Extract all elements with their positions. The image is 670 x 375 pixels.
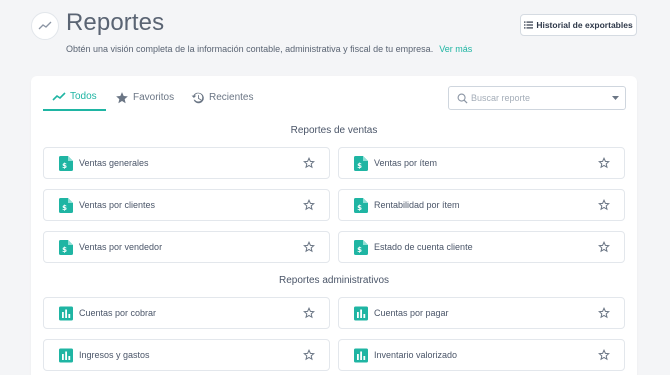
bar-chart-icon <box>354 348 368 363</box>
favorite-star-icon[interactable] <box>303 157 315 169</box>
report-label: Inventario valorizado <box>374 350 458 360</box>
see-more-link[interactable]: Ver más <box>439 44 472 54</box>
list-icon <box>524 21 534 29</box>
report-label: Ventas generales <box>79 158 149 168</box>
favorite-star-icon[interactable] <box>303 199 315 211</box>
favorite-star-icon[interactable] <box>598 241 610 253</box>
svg-text:$: $ <box>357 162 362 170</box>
history-icon <box>191 92 204 103</box>
svg-text:$: $ <box>62 246 67 254</box>
favorite-star-icon[interactable] <box>598 199 610 211</box>
favorite-star-icon[interactable] <box>598 157 610 169</box>
svg-text:$: $ <box>62 204 67 212</box>
reports-card: Todos Favoritos Recientes Reportes de ve… <box>31 76 637 375</box>
document-dollar-icon: $ <box>354 240 368 255</box>
export-history-label: Historial de exportables <box>536 20 633 30</box>
favorite-star-icon[interactable] <box>303 307 315 319</box>
report-item[interactable]: Cuentas por cobrar <box>43 297 330 329</box>
bar-chart-icon <box>354 306 368 321</box>
page-header: Reportes Obtén una visión completa de la… <box>0 0 670 75</box>
trend-icon <box>52 91 66 101</box>
report-item[interactable]: Inventario valorizado <box>338 339 625 371</box>
search-box[interactable] <box>448 86 626 110</box>
report-item[interactable]: Ingresos y gastos <box>43 339 330 371</box>
page-title: Reportes <box>66 9 165 36</box>
search-input[interactable] <box>471 93 606 103</box>
document-dollar-icon: $ <box>59 198 73 213</box>
document-dollar-icon: $ <box>354 198 368 213</box>
tab-recientes[interactable]: Recientes <box>191 84 253 111</box>
tab-todos[interactable]: Todos <box>43 84 106 111</box>
page-subtitle: Obtén una visión completa de la informac… <box>66 44 472 54</box>
report-label: Rentabilidad por ítem <box>374 200 460 210</box>
search-icon <box>457 93 468 104</box>
report-label: Ventas por ítem <box>374 158 438 168</box>
report-item[interactable]: $ Rentabilidad por ítem <box>338 189 625 221</box>
document-dollar-icon: $ <box>59 240 73 255</box>
favorite-star-icon[interactable] <box>303 349 315 361</box>
report-label: Ventas por vendedor <box>79 242 163 252</box>
tab-favoritos[interactable]: Favoritos <box>115 84 174 111</box>
report-item[interactable]: Cuentas por pagar <box>338 297 625 329</box>
document-dollar-icon: $ <box>354 156 368 171</box>
bar-chart-icon <box>59 306 73 321</box>
svg-text:$: $ <box>357 204 362 212</box>
report-label: Cuentas por cobrar <box>79 308 157 318</box>
report-item[interactable]: $ Ventas por ítem <box>338 147 625 179</box>
tab-label: Favoritos <box>133 92 175 103</box>
section-title-administrativos: Reportes administrativos <box>278 275 390 286</box>
report-item[interactable]: $ Ventas por vendedor <box>43 231 330 263</box>
tab-label: Recientes <box>209 92 254 103</box>
report-label: Cuentas por pagar <box>374 308 449 318</box>
chevron-down-icon[interactable] <box>612 96 619 101</box>
document-dollar-icon: $ <box>59 156 73 171</box>
report-item[interactable]: $ Estado de cuenta cliente <box>338 231 625 263</box>
svg-text:$: $ <box>62 162 67 170</box>
reports-trend-icon <box>31 12 59 40</box>
section-title-ventas: Reportes de ventas <box>290 125 378 136</box>
bar-chart-icon <box>59 348 73 363</box>
report-label: Ventas por clientes <box>79 200 156 210</box>
report-item[interactable]: $ Ventas por clientes <box>43 189 330 221</box>
favorite-star-icon[interactable] <box>598 349 610 361</box>
report-label: Ingresos y gastos <box>79 350 150 360</box>
report-item[interactable]: $ Ventas generales <box>43 147 330 179</box>
favorite-star-icon[interactable] <box>303 241 315 253</box>
subtitle-text: Obtén una visión completa de la informac… <box>66 44 434 54</box>
export-history-button[interactable]: Historial de exportables <box>520 14 637 36</box>
svg-text:$: $ <box>357 246 362 254</box>
tab-label: Todos <box>70 91 97 102</box>
star-icon <box>116 91 128 103</box>
report-label: Estado de cuenta cliente <box>374 242 473 252</box>
favorite-star-icon[interactable] <box>598 307 610 319</box>
